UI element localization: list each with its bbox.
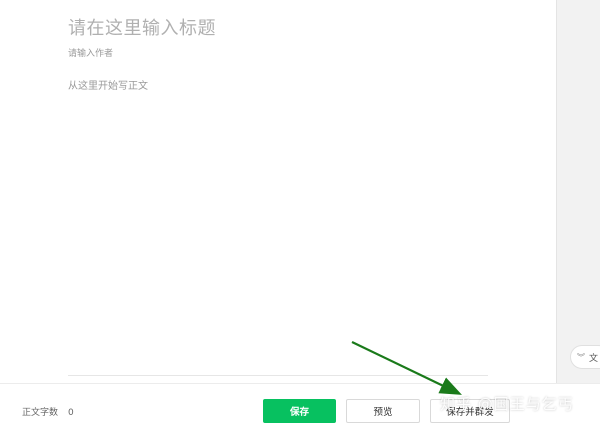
chevron-double-down-icon: ︾ bbox=[577, 352, 585, 362]
word-count-value: 0 bbox=[68, 408, 74, 418]
save-button[interactable]: 保存 bbox=[263, 399, 336, 423]
author-input[interactable]: 请输入作者 bbox=[68, 46, 113, 59]
preview-button[interactable]: 预览 bbox=[346, 399, 420, 423]
word-count-label: 正文字数 bbox=[22, 408, 59, 418]
editor-divider bbox=[68, 375, 488, 376]
side-panel-toggle[interactable]: ︾ 文 bbox=[570, 345, 600, 369]
article-editor-page: 请在这里输入标题 请输入作者 从这里开始写正文 ︾ 文 正文字数 0 保存 预览 … bbox=[0, 0, 600, 428]
word-count: 正文字数 0 bbox=[22, 405, 74, 418]
side-panel bbox=[556, 0, 600, 383]
title-input[interactable]: 请在这里输入标题 bbox=[68, 14, 216, 40]
annotation-arrow bbox=[351, 341, 462, 395]
watermark: 知乎 @国王与乞丐 bbox=[440, 395, 574, 413]
side-panel-toggle-label: 文 bbox=[589, 353, 599, 364]
body-editor[interactable]: 从这里开始写正文 bbox=[68, 77, 148, 92]
